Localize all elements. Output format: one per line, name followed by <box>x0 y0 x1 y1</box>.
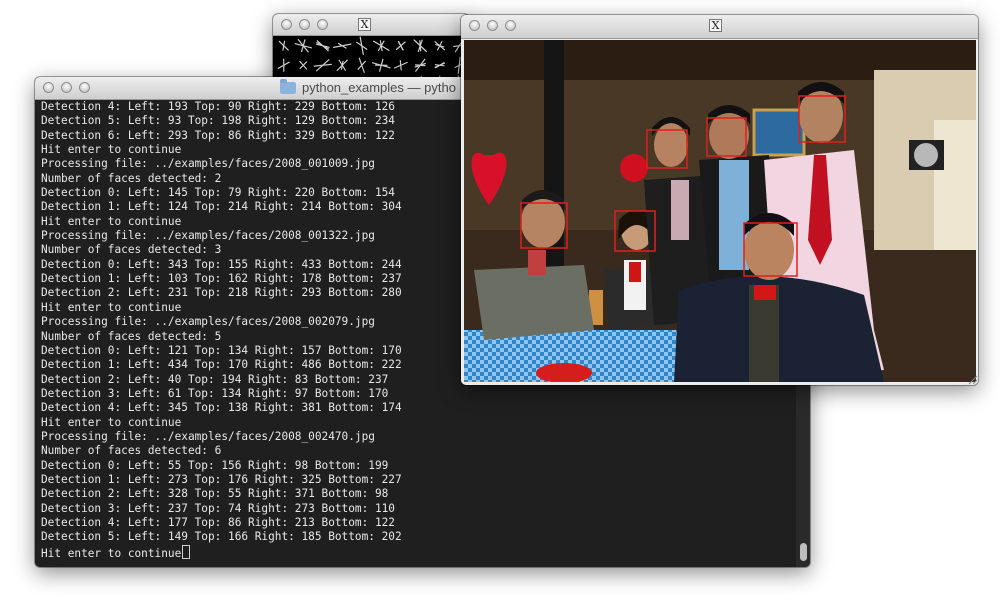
terminal-line: Hit enter to continue <box>41 214 182 228</box>
terminal-line: Detection 2: Left: 328 Top: 55 Right: 37… <box>41 487 389 501</box>
terminal-line: Hit enter to continue <box>41 300 182 314</box>
image-window: X <box>461 15 978 385</box>
terminal-cursor <box>182 544 191 559</box>
minimize-button[interactable] <box>299 19 310 30</box>
close-button[interactable] <box>43 82 54 93</box>
photo-scene <box>464 40 976 383</box>
terminal-line: Detection 1: Left: 103 Top: 162 Right: 1… <box>41 272 402 286</box>
terminal-line: Hit enter to continue <box>41 546 182 560</box>
terminal-line: Detection 1: Left: 124 Top: 214 Right: 2… <box>41 200 402 214</box>
terminal-line: Processing file: ../examples/faces/2008_… <box>41 315 375 329</box>
terminal-line: Detection 5: Left: 93 Top: 198 Right: 12… <box>41 114 395 128</box>
terminal-line: Detection 0: Left: 121 Top: 134 Right: 1… <box>41 343 402 357</box>
image-window-titlebar[interactable]: X <box>461 15 978 39</box>
terminal-line: Detection 2: Left: 40 Top: 194 Right: 83… <box>41 372 389 386</box>
face-photo <box>464 40 976 383</box>
scroll-thumb[interactable] <box>800 543 807 561</box>
x11-icon: X <box>358 18 371 31</box>
terminal-line: Hit enter to continue <box>41 415 182 429</box>
zoom-button[interactable] <box>317 19 328 30</box>
minimize-button[interactable] <box>61 82 72 93</box>
terminal-line: Processing file: ../examples/faces/2008_… <box>41 229 375 243</box>
minimize-button[interactable] <box>487 20 498 31</box>
terminal-line: Detection 0: Left: 55 Top: 156 Right: 98… <box>41 458 389 472</box>
close-button[interactable] <box>469 20 480 31</box>
window-controls <box>43 82 90 93</box>
terminal-line: Detection 3: Left: 61 Top: 134 Right: 97… <box>41 386 389 400</box>
resize-grip-icon[interactable] <box>966 373 978 385</box>
window-title: python_examples — pytho <box>280 78 456 95</box>
terminal-line: Detection 1: Left: 273 Top: 176 Right: 3… <box>41 472 402 486</box>
terminal-line: Detection 5: Left: 149 Top: 166 Right: 1… <box>41 530 402 544</box>
zoom-button[interactable] <box>505 20 516 31</box>
x11-icon: X <box>709 19 722 32</box>
terminal-line: Detection 1: Left: 434 Top: 170 Right: 4… <box>41 358 402 372</box>
window-controls <box>469 20 516 31</box>
terminal-line: Processing file: ../examples/faces/2008_… <box>41 157 375 171</box>
terminal-line: Detection 4: Left: 177 Top: 86 Right: 21… <box>41 515 395 529</box>
terminal-line: Detection 4: Left: 193 Top: 90 Right: 22… <box>41 100 395 113</box>
wall-picture <box>752 108 806 157</box>
terminal-line: Processing file: ../examples/faces/2008_… <box>41 429 375 443</box>
terminal-line: Detection 4: Left: 345 Top: 138 Right: 3… <box>41 401 402 415</box>
window-controls <box>281 19 328 30</box>
terminal-line: Detection 3: Left: 237 Top: 74 Right: 27… <box>41 501 395 515</box>
terminal-line: Number of faces detected: 5 <box>41 329 222 343</box>
close-button[interactable] <box>281 19 292 30</box>
terminal-line: Number of faces detected: 3 <box>41 243 222 257</box>
zoom-button[interactable] <box>79 82 90 93</box>
terminal-line: Detection 2: Left: 231 Top: 218 Right: 2… <box>41 286 402 300</box>
terminal-line: Number of faces detected: 6 <box>41 444 222 458</box>
window-title-text: python_examples — pytho <box>302 80 456 95</box>
folder-icon <box>280 78 296 94</box>
terminal-line: Detection 0: Left: 343 Top: 155 Right: 4… <box>41 257 402 271</box>
terminal-line: Number of faces detected: 2 <box>41 171 222 185</box>
terminal-line: Hit enter to continue <box>41 143 182 157</box>
terminal-line: Detection 0: Left: 145 Top: 79 Right: 22… <box>41 186 395 200</box>
terminal-line: Detection 6: Left: 293 Top: 86 Right: 32… <box>41 128 395 142</box>
hog-window-titlebar[interactable]: X <box>273 14 469 36</box>
